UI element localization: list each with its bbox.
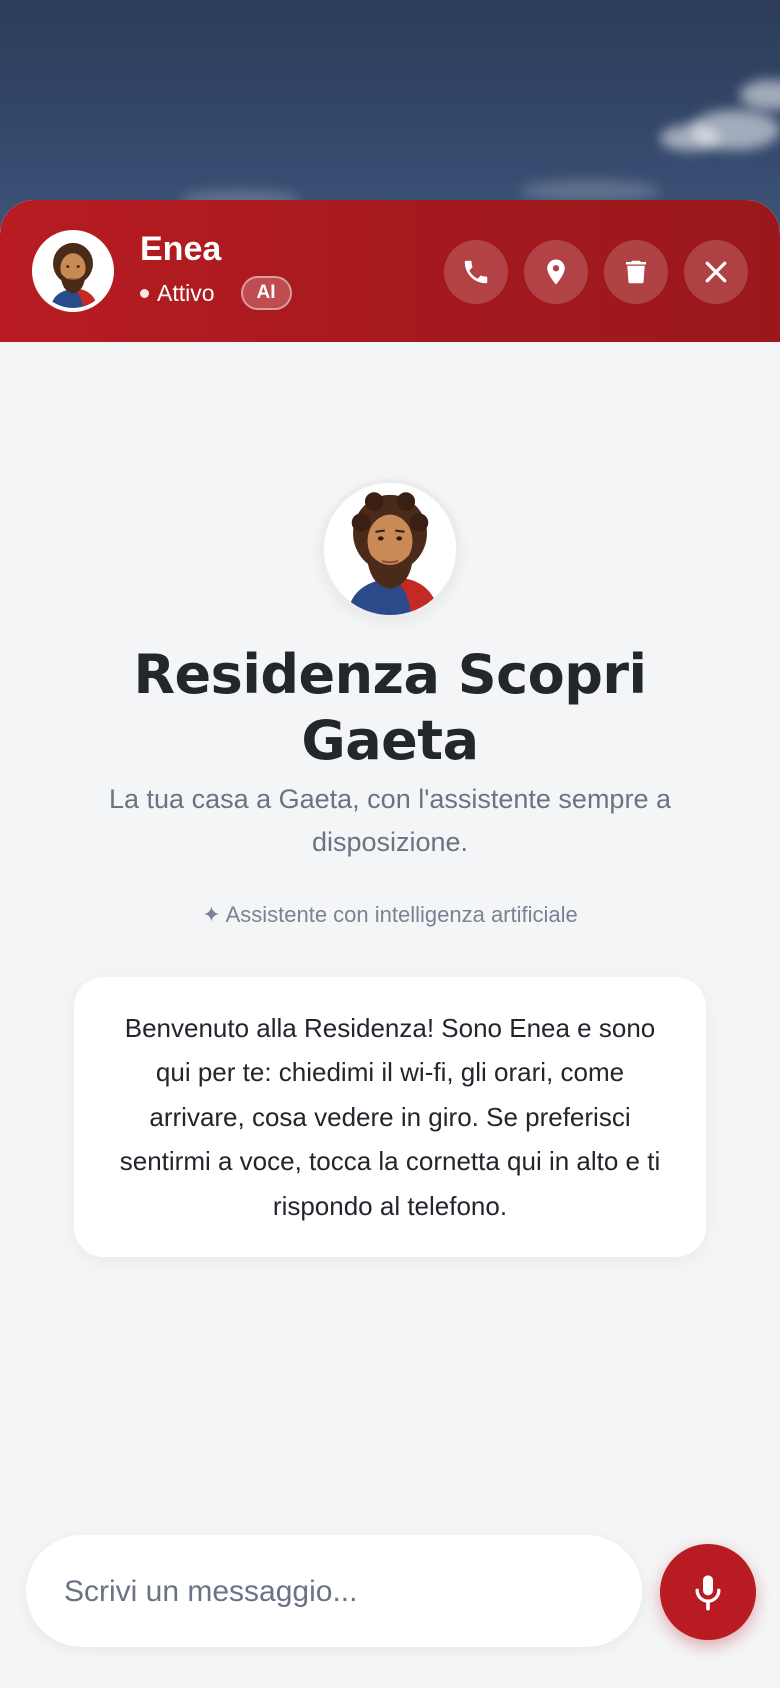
message-input[interactable] <box>62 1535 606 1649</box>
chat-panel: Enea Attivo AI Residenza Scopri Gaeta La… <box>0 200 780 1688</box>
map-pin-icon <box>547 259 565 285</box>
bot-avatar-large <box>320 479 460 619</box>
chat-header: Enea Attivo AI <box>0 200 780 342</box>
background-sky <box>0 0 780 230</box>
message-composer <box>26 1535 642 1649</box>
bot-avatar <box>32 230 114 312</box>
microphone-icon <box>695 1575 721 1611</box>
status-dot-icon <box>140 288 149 298</box>
status-text: Attivo <box>157 279 215 306</box>
ai-disclaimer: ✦ Assistente con intelligenza artificial… <box>202 902 578 927</box>
welcome-message-card: Benvenuto alla Residenza! Sono Enea e so… <box>74 977 706 1257</box>
enea-portrait-icon <box>36 234 110 308</box>
bot-name: Enea <box>140 230 222 268</box>
location-button[interactable] <box>524 240 588 304</box>
close-button[interactable] <box>684 240 748 304</box>
call-button[interactable] <box>444 240 508 304</box>
voice-input-button[interactable] <box>660 1544 756 1640</box>
trash-icon <box>626 260 646 284</box>
page-subtitle: La tua casa a Gaeta, con l'assistente se… <box>109 784 671 857</box>
page-title: Residenza Scopri Gaeta <box>133 643 647 772</box>
clear-chat-button[interactable] <box>604 240 668 304</box>
close-icon <box>705 261 727 283</box>
enea-portrait-icon <box>324 483 456 615</box>
ai-badge: AI <box>240 276 292 310</box>
status-row: Attivo AI <box>140 276 292 310</box>
welcome-message-text: Benvenuto alla Residenza! Sono Enea e so… <box>119 1012 661 1221</box>
phone-icon <box>464 260 488 284</box>
